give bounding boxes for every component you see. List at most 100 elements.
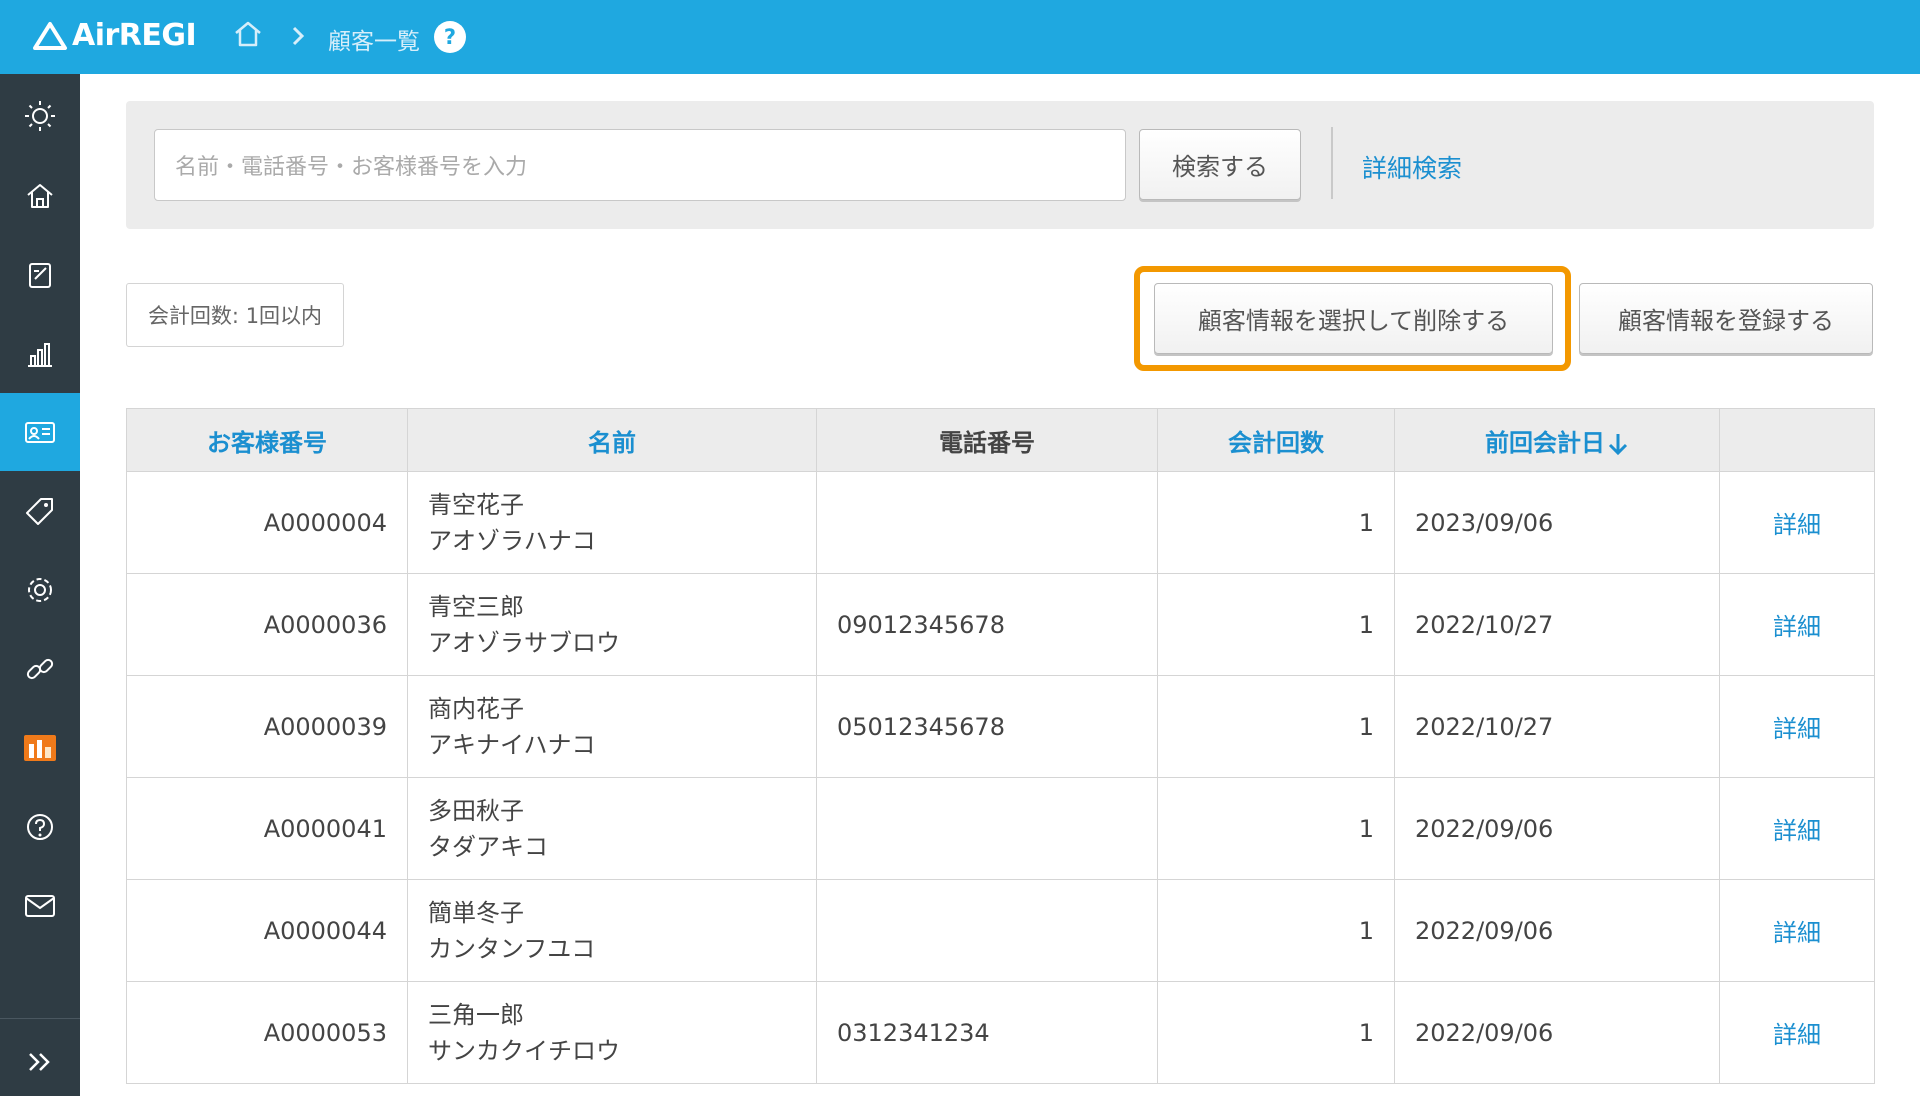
customer-name: 青空三郎: [428, 592, 524, 621]
table-header-row: お客様番号 名前 電話番号 会計回数 前回会計日: [126, 408, 1875, 472]
customer-kana: サンカクイチロウ: [428, 1036, 620, 1065]
chart-icon: [28, 343, 52, 367]
table-row: A0000039 商内花子 アキナイハナコ 05012345678 1 2022/10/2…: [126, 675, 1875, 778]
customer-name: 商内花子: [428, 694, 524, 723]
mail-icon: [25, 895, 55, 917]
select-delete-customers-button[interactable]: 顧客情報を選択して削除する: [1154, 283, 1553, 354]
customer-kana: カンタンフユコ: [428, 934, 596, 963]
search-divider: [1331, 127, 1333, 199]
table-row: A0000044 簡単冬子 カンタンフユコ 1 2022/09/06 詳細: [126, 879, 1875, 982]
customer-name: 三角一郎: [428, 1000, 524, 1029]
name-cell: 商内花子アキナイハナコ: [407, 675, 817, 778]
home-icon: [27, 184, 53, 208]
name-cell: 青空花子アオゾラハナコ: [407, 471, 817, 574]
customer-name: 簡単冬子: [428, 898, 524, 927]
phone-cell: 09012345678: [816, 573, 1158, 676]
column-header-customer-no[interactable]: お客様番号: [126, 408, 408, 472]
last-date-cell: 2022/09/06: [1394, 981, 1720, 1084]
customer-no-cell: A0000041: [126, 777, 408, 880]
column-header-name[interactable]: 名前: [407, 408, 817, 472]
breadcrumb-home-icon[interactable]: [232, 18, 264, 54]
detail-link[interactable]: 詳細: [1719, 981, 1875, 1084]
phone-cell: [816, 471, 1158, 574]
page-title: 顧客一覧: [328, 29, 420, 55]
phone-cell: 0312341234: [816, 981, 1158, 1084]
customer-name: 多田秋子: [428, 796, 524, 825]
store-icon: [24, 735, 56, 761]
table-row: A0000004 青空花子 アオゾラハナコ 1 2023/09/06 詳細: [126, 471, 1875, 574]
sidebar-item-settings[interactable]: [0, 551, 80, 629]
name-cell: 三角一郎サンカクイチロウ: [407, 981, 817, 1084]
phone-cell: 05012345678: [816, 675, 1158, 778]
last-date-cell: 2022/10/27: [1394, 675, 1720, 778]
visits-cell: 1: [1157, 573, 1395, 676]
search-button[interactable]: 検索する: [1139, 129, 1301, 200]
top-header: AirREGI 顧客一覧 ?: [0, 0, 1920, 74]
airregi-logo-icon: [33, 21, 67, 50]
sidebar-item-edit[interactable]: [0, 236, 80, 314]
sidebar-collapse-button[interactable]: [0, 1023, 80, 1096]
customer-no-cell: A0000053: [126, 981, 408, 1084]
last-date-cell: 2022/09/06: [1394, 879, 1720, 982]
phone-cell: [816, 777, 1158, 880]
column-header-visits[interactable]: 会計回数: [1157, 408, 1395, 472]
sidebar-item-tag[interactable]: [0, 472, 80, 550]
visits-cell: 1: [1157, 675, 1395, 778]
sidebar-item-link[interactable]: [0, 630, 80, 708]
customer-kana: アキナイハナコ: [428, 730, 596, 759]
sidebar: [0, 74, 80, 1096]
register-customer-button[interactable]: 顧客情報を登録する: [1579, 283, 1873, 354]
customer-no-cell: A0000004: [126, 471, 408, 574]
table-row: A0000036 青空三郎 アオゾラサブロウ 09012345678 1 2022/10/…: [126, 573, 1875, 676]
phone-cell: [816, 879, 1158, 982]
table-row: A0000041 多田秋子 タダアキコ 1 2022/09/06 詳細: [126, 777, 1875, 880]
detail-link[interactable]: 詳細: [1719, 573, 1875, 676]
customer-table: お客様番号 名前 電話番号 会計回数 前回会計日 A0000004 青空花子 アオゾ…: [126, 408, 1875, 1084]
sidebar-item-sun[interactable]: [0, 77, 80, 155]
table-row: A0000053 三角一郎 サンカクイチロウ 0312341234 1 2022/09/0…: [126, 981, 1875, 1084]
customer-kana: アオゾラサブロウ: [428, 628, 620, 657]
logo-text: AirREGI: [72, 18, 197, 53]
detail-link[interactable]: 詳細: [1719, 777, 1875, 880]
sidebar-item-mail[interactable]: [0, 867, 80, 945]
column-header-phone: 電話番号: [816, 408, 1158, 472]
help-icon[interactable]: ?: [434, 21, 466, 53]
sidebar-item-help[interactable]: [0, 788, 80, 866]
breadcrumb-chevron-icon: [290, 24, 306, 52]
visits-cell: 1: [1157, 981, 1395, 1084]
detail-search-link[interactable]: 詳細検索: [1362, 149, 1462, 185]
customer-no-cell: A0000039: [126, 675, 408, 778]
detail-link[interactable]: 詳細: [1719, 675, 1875, 778]
link-icon: [26, 658, 54, 680]
customer-kana: アオゾラハナコ: [428, 526, 596, 555]
visits-cell: 1: [1157, 471, 1395, 574]
search-input[interactable]: 名前・電話番号・お客様番号を入力: [154, 129, 1126, 201]
visit-count-filter-badge[interactable]: 会計回数: 1回以内: [126, 283, 344, 347]
double-chevron-right-icon: [29, 1053, 50, 1071]
gear-icon: [28, 578, 52, 602]
sidebar-item-home[interactable]: [0, 157, 80, 235]
app-logo[interactable]: AirREGI: [32, 18, 197, 53]
tag-icon: [26, 498, 53, 525]
customer-name: 青空花子: [428, 490, 524, 519]
detail-link[interactable]: 詳細: [1719, 471, 1875, 574]
customer-card-icon: [25, 422, 55, 443]
last-date-cell: 2023/09/06: [1394, 471, 1720, 574]
column-header-last-date[interactable]: 前回会計日: [1394, 408, 1720, 472]
help-icon: [27, 814, 53, 840]
sidebar-item-store[interactable]: [0, 709, 80, 787]
column-header-last-date-label: 前回会計日: [1485, 428, 1605, 457]
detail-link[interactable]: 詳細: [1719, 879, 1875, 982]
customer-no-cell: A0000036: [126, 573, 408, 676]
sun-icon: [25, 101, 55, 131]
visits-cell: 1: [1157, 777, 1395, 880]
name-cell: 多田秋子 タダアキコ: [407, 777, 817, 880]
sidebar-item-customers[interactable]: [0, 393, 80, 471]
customer-kana: タダアキコ: [428, 832, 548, 861]
edit-icon: [29, 263, 51, 288]
sidebar-item-chart[interactable]: [0, 315, 80, 393]
customer-no-cell: A0000044: [126, 879, 408, 982]
sidebar-divider: [0, 1018, 80, 1019]
name-cell: 青空三郎アオゾラサブロウ: [407, 573, 817, 676]
last-date-cell: 2022/10/27: [1394, 573, 1720, 676]
